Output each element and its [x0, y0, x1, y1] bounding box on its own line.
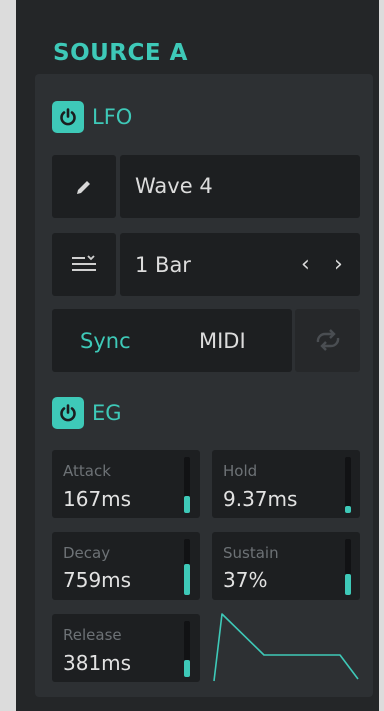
rate-mode-button[interactable]: [52, 233, 116, 296]
decay-value: 759ms: [63, 568, 132, 592]
hold-label: Hold: [223, 462, 258, 480]
decay-meter-fill: [184, 564, 190, 595]
hold-control[interactable]: Hold 9.37ms: [212, 450, 360, 518]
attack-meter[interactable]: [184, 457, 190, 513]
envelope-shape: [213, 613, 359, 682]
release-meter-fill: [184, 660, 190, 677]
lfo-label: LFO: [92, 105, 133, 129]
power-icon: [60, 108, 76, 126]
loop-icon: [316, 329, 340, 351]
sync-mode-toggle: Sync MIDI: [52, 309, 292, 372]
sync-button[interactable]: Sync: [80, 329, 131, 353]
decay-control[interactable]: Decay 759ms: [52, 532, 200, 600]
hold-value: 9.37ms: [223, 487, 298, 511]
eg-label: EG: [92, 401, 122, 425]
wave-edit-button[interactable]: [52, 155, 116, 218]
attack-control[interactable]: Attack 167ms: [52, 450, 200, 518]
rate-selector[interactable]: 1 Bar ‹ ›: [120, 233, 360, 296]
source-inner-panel: LFO Wave 4 1 Bar ‹ › Sync MIDI EG Attack…: [35, 74, 373, 697]
rate-value: 1 Bar: [135, 253, 191, 277]
rate-next-button[interactable]: ›: [334, 252, 343, 277]
power-icon: [60, 404, 76, 422]
decay-meter[interactable]: [184, 539, 190, 595]
release-meter[interactable]: [184, 621, 190, 677]
sustain-control[interactable]: Sustain 37%: [212, 532, 360, 600]
rate-list-icon: [72, 255, 96, 271]
eg-power-button[interactable]: [52, 397, 84, 429]
decay-label: Decay: [63, 544, 111, 562]
release-control[interactable]: Release 381ms: [52, 614, 200, 682]
section-title: SOURCE A: [53, 40, 188, 66]
sustain-value: 37%: [223, 568, 268, 592]
wave-value: Wave 4: [135, 174, 213, 198]
wave-selector[interactable]: Wave 4: [120, 155, 360, 218]
hold-meter-fill: [345, 506, 351, 513]
release-value: 381ms: [63, 651, 132, 675]
attack-value: 167ms: [63, 487, 132, 511]
midi-button[interactable]: MIDI: [199, 329, 246, 353]
retrigger-button[interactable]: [295, 309, 360, 372]
attack-meter-fill: [184, 496, 190, 513]
pencil-icon: [77, 181, 90, 194]
sustain-label: Sustain: [223, 544, 279, 562]
hold-meter[interactable]: [345, 457, 351, 513]
sustain-meter-fill: [345, 574, 351, 595]
lfo-power-button[interactable]: [52, 101, 84, 133]
sustain-meter[interactable]: [345, 539, 351, 595]
rate-prev-button[interactable]: ‹: [301, 252, 310, 277]
release-label: Release: [63, 626, 122, 644]
source-a-panel: SOURCE A LFO Wave 4 1 Bar ‹ › Sync MIDI …: [16, 0, 379, 711]
attack-label: Attack: [63, 462, 111, 480]
